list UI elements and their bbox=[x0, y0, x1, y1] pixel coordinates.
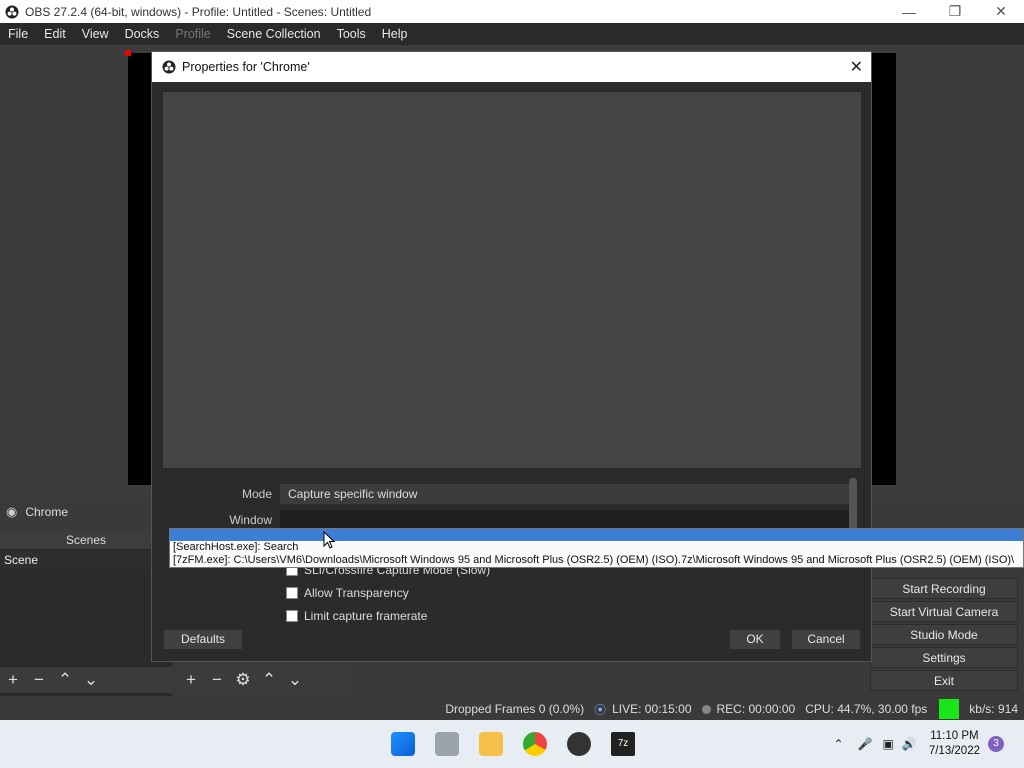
ok-button[interactable]: OK bbox=[729, 629, 781, 650]
studio-mode-button[interactable]: Studio Mode bbox=[870, 624, 1018, 645]
task-view-icon[interactable] bbox=[435, 732, 459, 756]
window-label: Window bbox=[229, 513, 272, 527]
menu-profile[interactable]: Profile bbox=[167, 23, 218, 45]
file-explorer-icon[interactable] bbox=[479, 732, 503, 756]
menu-scene-collection[interactable]: Scene Collection bbox=[219, 23, 329, 45]
notification-badge[interactable]: 3 bbox=[988, 736, 1004, 752]
microphone-icon[interactable]: 🎤 bbox=[858, 737, 873, 751]
sources-toolbar: + − ⚙ ⌃ ⌄ bbox=[178, 667, 350, 693]
framerate-checkbox-row[interactable]: Limit capture framerate bbox=[286, 609, 427, 623]
chrome-icon[interactable] bbox=[523, 732, 547, 756]
minimize-icon[interactable]: — bbox=[886, 0, 932, 23]
menu-help[interactable]: Help bbox=[374, 23, 416, 45]
remove-scene-icon[interactable]: − bbox=[26, 670, 52, 690]
dialog-titlebar: Properties for 'Chrome' ✕ bbox=[152, 52, 871, 82]
obs-logo-icon bbox=[5, 5, 19, 18]
cpu-status: CPU: 44.7%, 30.00 fps bbox=[805, 702, 928, 716]
bitrate-status: kb/s: 914 bbox=[969, 702, 1018, 716]
framerate-checkbox-label: Limit capture framerate bbox=[304, 609, 428, 623]
gamepad-icon: ◉ bbox=[6, 504, 18, 519]
move-down-icon[interactable]: ⌄ bbox=[282, 670, 308, 690]
settings-button[interactable]: Settings bbox=[870, 647, 1018, 668]
menu-bar: File Edit View Docks Profile Scene Colle… bbox=[0, 23, 1024, 45]
rec-status: REC: 00:00:00 bbox=[701, 702, 796, 716]
window-title: OBS 27.2.4 (64-bit, windows) - Profile: … bbox=[25, 4, 372, 19]
exit-button[interactable]: Exit bbox=[870, 670, 1018, 691]
windows-start-icon[interactable] bbox=[391, 732, 415, 756]
add-source-icon[interactable]: + bbox=[178, 670, 204, 690]
dropdown-item[interactable]: [SearchHost.exe]: Search bbox=[170, 541, 1023, 554]
maximize-icon[interactable]: ❐ bbox=[932, 0, 978, 23]
close-icon[interactable]: ✕ bbox=[850, 57, 863, 77]
gear-icon[interactable]: ⚙ bbox=[230, 670, 256, 690]
properties-dialog: Properties for 'Chrome' ✕ Mode Capture s… bbox=[151, 51, 872, 662]
live-time: LIVE: 00:15:00 bbox=[612, 702, 692, 716]
clock-time: 11:10 PM bbox=[930, 730, 979, 742]
mouse-cursor-icon bbox=[323, 531, 335, 549]
volume-icon[interactable]: 🔊 bbox=[902, 737, 917, 751]
add-scene-icon[interactable]: + bbox=[0, 670, 26, 690]
scenes-header: Scenes bbox=[0, 530, 172, 550]
menu-tools[interactable]: Tools bbox=[329, 23, 374, 45]
dropped-frames: Dropped Frames 0 (0.0%) bbox=[445, 702, 585, 716]
scenes-toolbar: + − ⌃ ⌄ bbox=[0, 667, 172, 693]
window-select[interactable] bbox=[280, 510, 852, 530]
mode-label: Mode bbox=[241, 487, 272, 501]
record-dot-icon bbox=[701, 704, 711, 714]
dialog-title: Properties for 'Chrome' bbox=[182, 60, 310, 74]
status-bar: Dropped Frames 0 (0.0%) ⦿ LIVE: 00:15:00… bbox=[0, 698, 1024, 720]
move-up-icon[interactable]: ⌃ bbox=[256, 670, 282, 690]
clock-date: 7/13/2022 bbox=[928, 745, 980, 757]
7zip-icon[interactable]: 7z bbox=[611, 732, 635, 756]
chevron-up-icon[interactable]: ⌃ bbox=[834, 737, 844, 751]
current-source-name: Chrome bbox=[25, 505, 69, 519]
close-icon[interactable]: ✕ bbox=[978, 0, 1024, 23]
connection-indicator bbox=[939, 699, 960, 719]
transparency-checkbox-row[interactable]: Allow Transparency bbox=[286, 586, 409, 600]
framerate-checkbox[interactable] bbox=[286, 610, 298, 622]
remove-source-icon[interactable]: − bbox=[204, 670, 230, 690]
dropdown-selected-item[interactable] bbox=[170, 529, 1023, 541]
system-tray: ⌃ 🎤 ▣ 🔊 11:10 PM 7/13/2022 3 bbox=[826, 720, 1024, 768]
transparency-checkbox-label: Allow Transparency bbox=[304, 586, 409, 600]
move-down-icon[interactable]: ⌄ bbox=[78, 670, 104, 690]
mode-select[interactable]: Capture specific window bbox=[280, 484, 852, 504]
obs-logo-icon bbox=[162, 60, 176, 74]
menu-file[interactable]: File bbox=[0, 23, 36, 45]
dropdown-item[interactable]: [7zFM.exe]: C:\Users\VM6\Downloads\Micro… bbox=[170, 554, 1023, 567]
window-dropdown-list: [SearchHost.exe]: Search [7zFM.exe]: C:\… bbox=[169, 528, 1024, 568]
source-toolbar: ◉ Chrome bbox=[0, 500, 170, 524]
controls-dock: Start Recording Start Virtual Camera Stu… bbox=[870, 578, 1020, 693]
start-virtual-camera-button[interactable]: Start Virtual Camera bbox=[870, 601, 1018, 622]
menu-view[interactable]: View bbox=[74, 23, 117, 45]
transparency-checkbox[interactable] bbox=[286, 587, 298, 599]
broadcast-icon: ⦿ bbox=[594, 702, 607, 717]
clock[interactable]: 11:10 PM 7/13/2022 bbox=[929, 729, 980, 759]
source-handle[interactable] bbox=[125, 50, 131, 56]
menu-edit[interactable]: Edit bbox=[36, 23, 74, 45]
window-titlebar: OBS 27.2.4 (64-bit, windows) - Profile: … bbox=[0, 0, 1024, 23]
start-recording-button[interactable]: Start Recording bbox=[870, 578, 1018, 599]
move-up-icon[interactable]: ⌃ bbox=[52, 670, 78, 690]
scene-list-item[interactable]: Scene bbox=[0, 550, 172, 570]
rec-time: REC: 00:00:00 bbox=[716, 702, 796, 716]
source-preview bbox=[163, 92, 861, 468]
live-status: ⦿ LIVE: 00:15:00 bbox=[594, 701, 691, 718]
obs-taskbar-icon[interactable] bbox=[567, 732, 591, 756]
menu-docks[interactable]: Docks bbox=[117, 23, 168, 45]
cancel-button[interactable]: Cancel bbox=[791, 629, 861, 650]
network-icon[interactable]: ▣ bbox=[883, 737, 894, 751]
mode-row: Mode Capture specific window bbox=[152, 483, 852, 505]
defaults-button[interactable]: Defaults bbox=[163, 629, 243, 650]
